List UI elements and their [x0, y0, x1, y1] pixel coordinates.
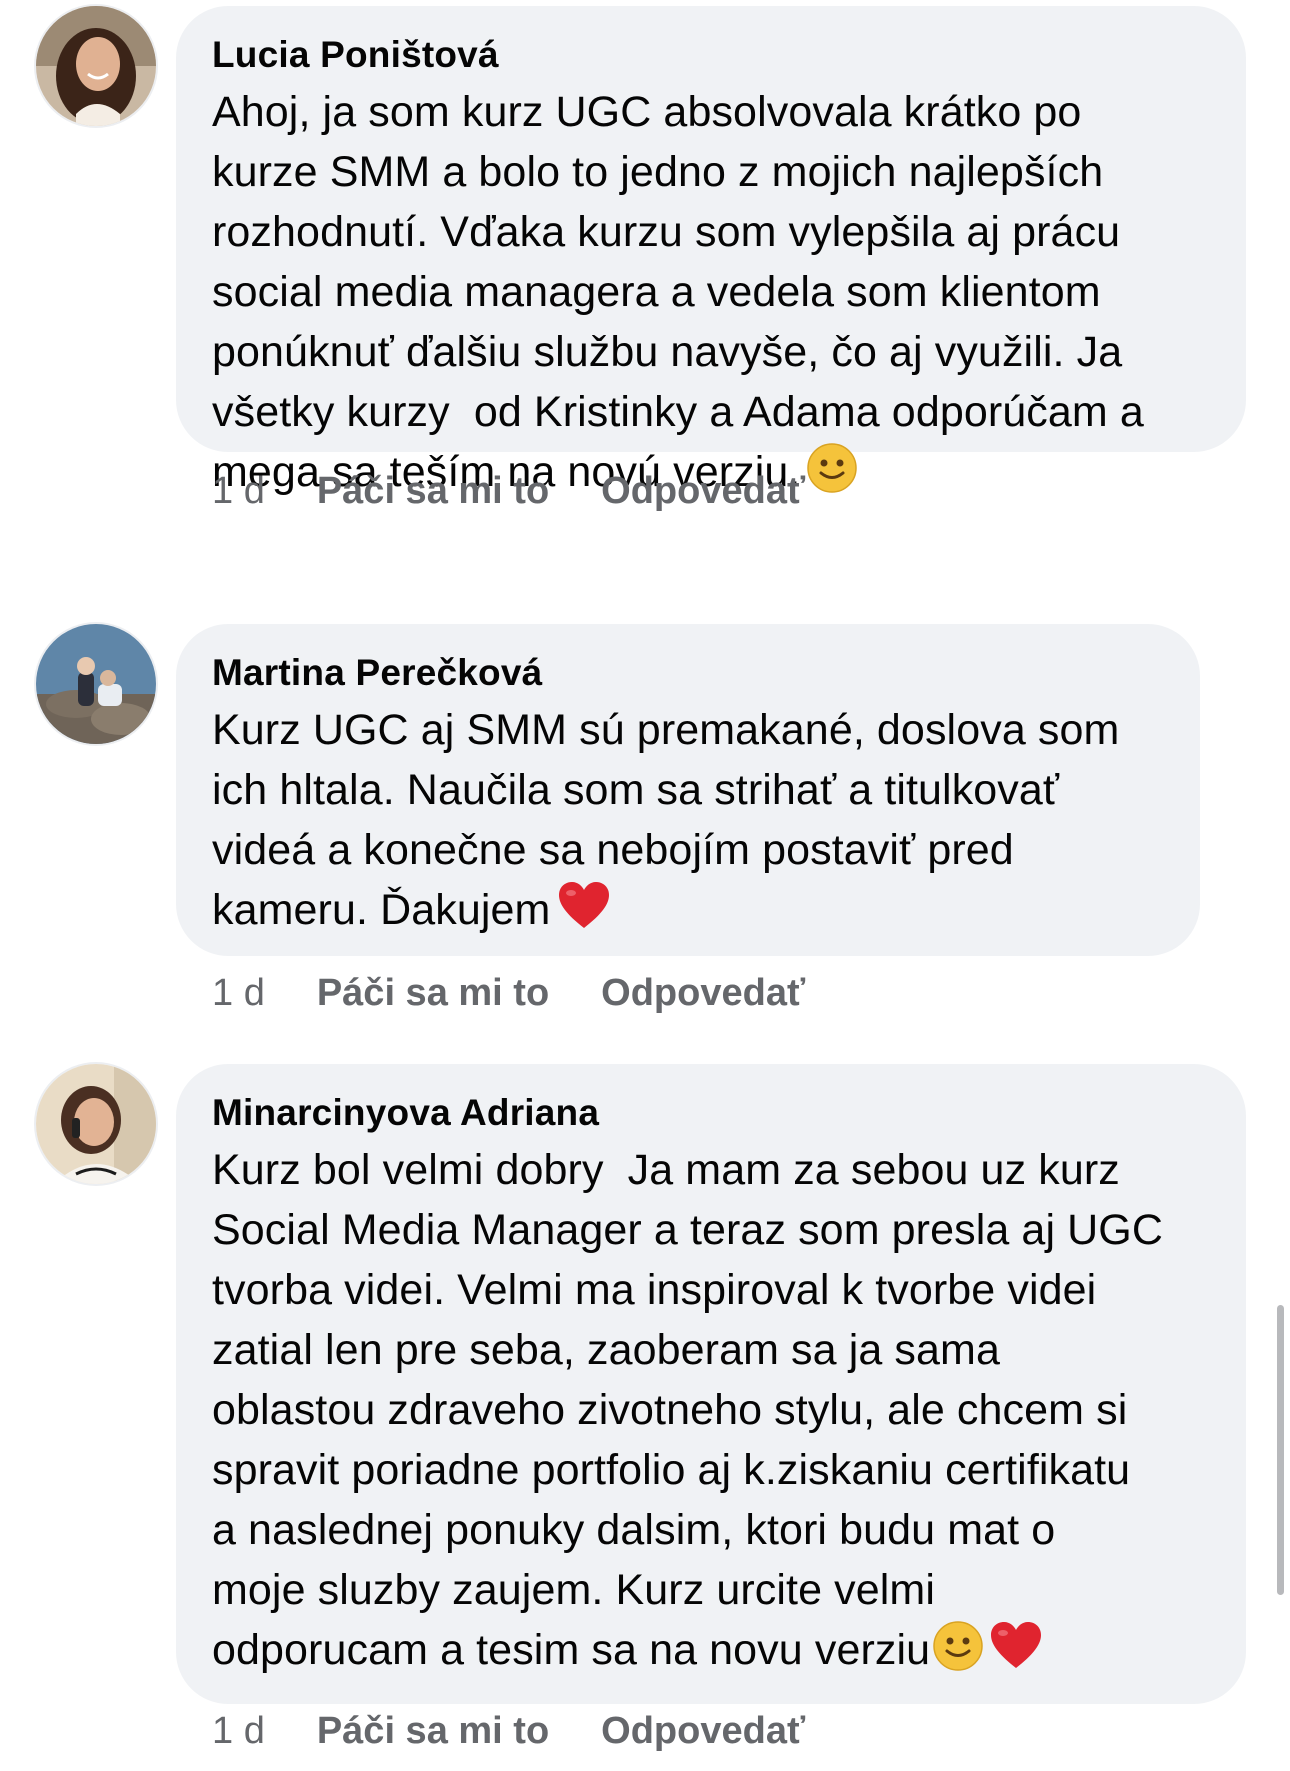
avatar[interactable] [36, 624, 156, 744]
avatar[interactable] [36, 1064, 156, 1184]
reply-button[interactable]: Odpovedať [601, 1710, 805, 1753]
comment-text: Kurz UGC aj SMM sú premakané, doslova so… [212, 700, 1162, 948]
comment-actions: 1 d Páči sa mi to Odpovedať [212, 470, 805, 513]
slightly-smiling-face-emoji [806, 442, 858, 510]
comment-author[interactable]: Lucia Poništová [212, 34, 1208, 76]
like-button[interactable]: Páči sa mi to [317, 972, 549, 1015]
like-button[interactable]: Páči sa mi to [317, 1710, 549, 1753]
comment-text: Ahoj, ja som kurz UGC absolvovala krátko… [212, 82, 1208, 510]
comment-actions: 1 d Páči sa mi to Odpovedať [212, 972, 805, 1015]
reply-button[interactable]: Odpovedať [601, 972, 805, 1015]
comment-author[interactable]: Minarcinyova Adriana [212, 1092, 1208, 1134]
comment-bubble: Lucia Poništová Ahoj, ja som kurz UGC ab… [176, 6, 1246, 496]
scrollbar[interactable] [1277, 1305, 1284, 1595]
comment-bubble: Martina Perečková Kurz UGC aj SMM sú pre… [176, 624, 1200, 956]
comment-text: Kurz bol velmi dobry Ja mam za sebou uz … [212, 1140, 1208, 1688]
comment-time[interactable]: 1 d [212, 470, 265, 513]
comment-bubble: Minarcinyova Adriana Kurz bol velmi dobr… [176, 1064, 1246, 1704]
like-button[interactable]: Páči sa mi to [317, 470, 549, 513]
comment-actions: 1 d Páči sa mi to Odpovedať [212, 1710, 805, 1753]
avatar[interactable] [36, 6, 156, 126]
comment-author[interactable]: Martina Perečková [212, 652, 1162, 694]
red-heart-emoji [556, 880, 612, 948]
comment-time[interactable]: 1 d [212, 1710, 265, 1753]
comment-time[interactable]: 1 d [212, 972, 265, 1015]
red-heart-emoji [988, 1620, 1044, 1688]
slightly-smiling-face-emoji [932, 1620, 984, 1688]
reply-button[interactable]: Odpovedať [601, 470, 805, 513]
